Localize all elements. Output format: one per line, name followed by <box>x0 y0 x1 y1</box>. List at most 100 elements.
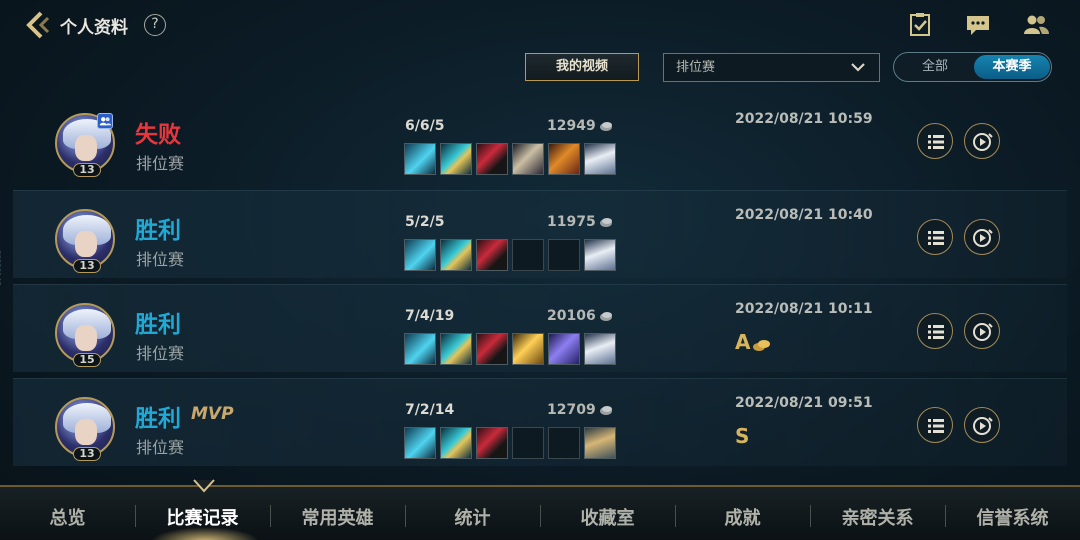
page-title: 个人资料 <box>60 18 128 38</box>
my-videos-button[interactable]: 我的视频 <box>525 53 639 81</box>
mvp-badge: MVP <box>191 404 234 424</box>
item-slot[interactable] <box>404 427 436 459</box>
nav-tab-6[interactable]: 亲密关系 <box>810 504 945 530</box>
nav-tab-2[interactable]: 常用英雄 <box>270 504 405 530</box>
item-slot[interactable] <box>512 143 544 175</box>
gold-value: 20106 <box>547 308 596 324</box>
nav-tab-7[interactable]: 信誉系统 <box>945 504 1080 530</box>
match-mode: 排位赛 <box>136 250 185 269</box>
kda-value: 6/6/5 <box>405 118 445 134</box>
top-bar: 个人资料 ? <box>0 0 1080 50</box>
item-slot[interactable] <box>512 239 544 271</box>
match-detail-button[interactable] <box>917 313 953 349</box>
gold-coin-icon <box>600 218 612 227</box>
list-icon <box>928 231 944 245</box>
item-slot[interactable] <box>440 427 472 459</box>
game-mode-select[interactable]: 排位赛 <box>663 53 880 82</box>
match-mode: 排位赛 <box>136 344 185 363</box>
nav-divider <box>675 505 676 527</box>
item-slot[interactable] <box>548 143 580 175</box>
match-replay-button[interactable] <box>964 123 1000 159</box>
match-detail-button[interactable] <box>917 407 953 443</box>
match-row[interactable]: 15 胜利 排位赛 7/4/19 20106 2022/08/21 10:11 A <box>13 284 1067 372</box>
item-slot[interactable] <box>584 143 616 175</box>
nav-divider <box>540 505 541 527</box>
task-checklist-icon[interactable] <box>906 12 934 38</box>
match-mode: 排位赛 <box>136 154 185 173</box>
match-grade: S <box>735 424 750 448</box>
hero-level-badge: 13 <box>73 447 101 461</box>
chevron-down-icon <box>851 63 865 72</box>
list-icon <box>928 135 944 149</box>
item-slot[interactable] <box>404 333 436 365</box>
list-icon <box>928 419 944 433</box>
nav-divider <box>270 505 271 527</box>
match-date: 2022/08/21 09:51 <box>735 395 873 411</box>
item-slot[interactable] <box>476 239 508 271</box>
item-slot[interactable] <box>512 427 544 459</box>
back-arrow-icon[interactable] <box>22 10 54 40</box>
match-replay-button[interactable] <box>964 313 1000 349</box>
item-slot[interactable] <box>548 333 580 365</box>
chat-message-icon[interactable] <box>964 12 992 38</box>
side-code: 03920147 <box>0 250 2 286</box>
item-slot[interactable] <box>548 427 580 459</box>
match-date: 2022/08/21 10:59 <box>735 111 873 127</box>
match-row[interactable]: 13 胜利 排位赛 5/2/5 11975 2022/08/21 10:40 <box>13 190 1067 278</box>
nav-tab-3[interactable]: 统计 <box>405 504 540 530</box>
play-replay-icon <box>973 417 993 435</box>
match-grade: A <box>735 330 751 354</box>
match-result: 胜利 <box>135 218 181 244</box>
item-slot[interactable] <box>476 427 508 459</box>
match-row[interactable]: 13 失败排位赛 6/6/5 12949 2022/08/21 10:59 <box>13 95 1067 183</box>
match-detail-button[interactable] <box>917 123 953 159</box>
list-icon <box>928 325 944 339</box>
nav-tab-1[interactable]: 比赛记录 <box>135 504 270 530</box>
hero-level-badge: 15 <box>73 353 101 367</box>
gold-value: 12709 <box>547 402 596 418</box>
gold-coin-icon <box>600 122 612 131</box>
season-toggle: 全部 本赛季 <box>893 52 1052 82</box>
bottom-nav: 总览 比赛记录 常用英雄 统计 收藏室 成就 亲密关系 信誉系统 <box>0 479 1080 540</box>
match-replay-button[interactable] <box>964 407 1000 443</box>
nav-divider <box>405 505 406 527</box>
match-date: 2022/08/21 10:40 <box>735 207 873 223</box>
season-all-tab[interactable]: 全部 <box>897 55 973 79</box>
item-slot[interactable] <box>440 143 472 175</box>
gold-value: 12949 <box>547 118 596 134</box>
item-slot[interactable] <box>476 143 508 175</box>
item-slot[interactable] <box>440 239 472 271</box>
item-slot[interactable] <box>476 333 508 365</box>
gold-value: 11975 <box>547 214 596 230</box>
nav-divider <box>945 505 946 527</box>
item-slot[interactable] <box>584 427 616 459</box>
match-detail-button[interactable] <box>917 219 953 255</box>
item-slot[interactable] <box>404 143 436 175</box>
item-slot[interactable] <box>512 333 544 365</box>
item-slot[interactable] <box>404 239 436 271</box>
kda-value: 7/4/19 <box>405 308 455 324</box>
match-result: 胜利 <box>135 406 181 432</box>
item-slot[interactable] <box>440 333 472 365</box>
match-result: 失败 <box>135 122 181 148</box>
item-slot[interactable] <box>584 239 616 271</box>
nav-tab-4[interactable]: 收藏室 <box>540 504 675 530</box>
play-replay-icon <box>973 229 993 247</box>
nav-tab-5[interactable]: 成就 <box>675 504 810 530</box>
friends-icon[interactable] <box>1022 12 1050 38</box>
match-mode: 排位赛 <box>136 438 185 457</box>
help-icon[interactable]: ? <box>144 14 166 36</box>
match-replay-button[interactable] <box>964 219 1000 255</box>
active-tab-indicator-icon <box>193 479 215 493</box>
match-result: 胜利 <box>135 312 181 338</box>
match-row[interactable]: 13 胜利 MVP 排位赛 7/2/14 12709 2022/08/21 09:51 S <box>13 378 1067 466</box>
play-replay-icon <box>973 323 993 341</box>
gold-coin-icon <box>600 406 612 415</box>
season-current-tab[interactable]: 本赛季 <box>974 55 1050 79</box>
hero-level-badge: 13 <box>73 163 101 177</box>
gold-coins-icon <box>753 340 770 351</box>
kda-value: 7/2/14 <box>405 402 455 418</box>
item-slot[interactable] <box>548 239 580 271</box>
item-slot[interactable] <box>584 333 616 365</box>
nav-tab-0[interactable]: 总览 <box>0 504 135 530</box>
